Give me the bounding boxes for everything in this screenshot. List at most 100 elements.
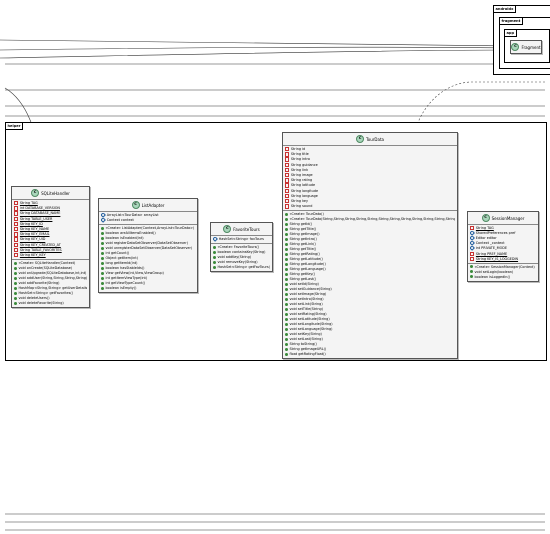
field-row[interactable]: String KEY_KEY — [14, 253, 87, 258]
member-text: String image — [290, 173, 313, 178]
public-visibility-icon — [213, 250, 216, 254]
public-visibility-icon — [470, 270, 473, 274]
member-text: int getItemViewType(int) — [105, 276, 148, 281]
member-text: SharedPreferences pref — [475, 231, 516, 236]
methods-section: «Create» TourData() «Create» TourData(Str… — [283, 211, 457, 358]
class-name: TourData — [366, 136, 384, 142]
field-row[interactable]: HashSet<String> favTours — [213, 237, 270, 243]
public-visibility-icon — [101, 276, 104, 280]
public-visibility-icon — [285, 337, 288, 341]
member-text: «Create» TourData() — [289, 212, 324, 217]
member-text: void setIntro(String) — [289, 297, 324, 302]
member-text: ArrayList<TourData> arrayList — [106, 213, 159, 218]
private-visibility-icon — [14, 237, 19, 242]
member-text: boolean areAllItemsEnabled() — [105, 231, 156, 236]
method-row[interactable]: float getRatingFloat() — [285, 352, 455, 357]
member-text: String getTitle() — [289, 247, 317, 252]
public-visibility-icon — [285, 312, 288, 316]
member-text: HashSet<String> getFavTours() — [217, 265, 271, 270]
public-visibility-icon — [285, 237, 288, 241]
member-text: Context context — [106, 218, 134, 223]
member-text: String getRating() — [289, 252, 320, 257]
public-visibility-icon — [285, 342, 288, 346]
package-visibility-icon — [213, 237, 219, 243]
member-text: HashSet<String> favTours — [218, 237, 264, 242]
class-c-icon: C — [356, 135, 365, 143]
member-text: String getIntro() — [289, 237, 317, 242]
member-text: boolean isLoggedIn() — [474, 274, 511, 279]
private-visibility-icon — [285, 167, 290, 173]
member-text: «Create» TourData(String,String,String,S… — [289, 217, 456, 222]
public-visibility-icon — [285, 322, 288, 326]
fields-section: String TAG int DATABASE_VERSION String DAT… — [12, 200, 89, 261]
package-visibility-icon — [101, 218, 107, 224]
method-row[interactable]: boolean isEmpty() — [101, 286, 195, 291]
public-visibility-icon — [101, 271, 104, 275]
member-text: String getLongitude() — [289, 262, 326, 267]
method-row[interactable]: boolean isLoggedIn() — [470, 275, 536, 280]
method-row[interactable]: HashSet<String> getFavTours() — [213, 265, 270, 270]
public-visibility-icon — [101, 286, 104, 290]
member-text: View getView(int,View,ViewGroup) — [105, 271, 164, 276]
public-visibility-icon — [101, 261, 104, 265]
member-text: String KEY_EMAIL — [19, 232, 50, 237]
member-text: «Create» ListAdapter(Context,ArrayList<T… — [105, 226, 195, 231]
member-text: String rating — [290, 178, 313, 183]
class-header: C ListAdapter — [99, 199, 197, 212]
member-text: boolean isEnabled(int) — [105, 236, 144, 241]
class-tourdata[interactable]: C TourData String id String title String int… — [282, 132, 458, 360]
public-visibility-icon — [101, 246, 104, 250]
private-visibility-icon — [14, 211, 19, 216]
class-fragment[interactable]: C Fragment — [510, 40, 542, 54]
private-visibility-icon — [14, 206, 19, 211]
class-favoritetours[interactable]: C FavoriteTours HashSet<String> favTours «C… — [210, 222, 273, 273]
class-sqlitehandler[interactable]: C SQLiteHandler String TAG int DATABASE_VER… — [11, 186, 90, 309]
private-visibility-icon — [285, 183, 290, 188]
private-visibility-icon — [14, 216, 19, 221]
member-text: «Create» SQLiteHandler(Context) — [18, 261, 76, 266]
public-visibility-icon — [213, 265, 216, 269]
member-text: String TAG — [19, 201, 38, 206]
member-text: long getItemId(int) — [105, 261, 138, 266]
member-text: int getViewTypeCount() — [105, 281, 146, 286]
member-text: String language — [290, 194, 318, 199]
public-visibility-icon — [101, 236, 104, 240]
method-row[interactable]: void deleteFavorite(String) — [14, 301, 87, 306]
member-text: String key — [290, 199, 309, 204]
class-sessionmanager[interactable]: C SessionManager String TAG SharedPreferenc… — [467, 211, 539, 282]
member-text: void setLogin(boolean) — [474, 269, 514, 274]
class-c-icon: C — [481, 214, 490, 222]
member-text: String KEY_ID — [19, 222, 43, 227]
member-text: void registerDataSetObserver(DataSetObse… — [105, 241, 188, 246]
member-text: String getLink() — [289, 242, 316, 247]
public-visibility-icon — [285, 327, 288, 331]
private-visibility-icon — [285, 147, 290, 152]
member-text: void setRating(String) — [289, 312, 327, 317]
public-visibility-icon — [285, 232, 288, 236]
private-visibility-icon — [285, 193, 290, 199]
public-visibility-icon — [285, 257, 288, 261]
member-text: String getLast() — [289, 277, 316, 282]
public-visibility-icon — [285, 332, 288, 336]
member-text: String link — [290, 168, 309, 173]
fields-section: String TAG SharedPreferences pref Editor e… — [468, 225, 538, 264]
public-visibility-icon — [14, 281, 17, 285]
package-helper-label: helper — [5, 122, 24, 130]
member-text: String getLanguage() — [289, 267, 326, 272]
private-visibility-icon — [285, 204, 290, 209]
member-text: void setTitle(String) — [289, 307, 323, 312]
member-text: void setId(String) — [289, 282, 319, 287]
public-visibility-icon — [213, 255, 216, 259]
class-listadapter[interactable]: C ListAdapter ArrayList<TourData> arrayLis… — [98, 198, 198, 294]
public-visibility-icon — [285, 317, 288, 321]
private-visibility-icon — [285, 188, 290, 194]
field-row[interactable]: String KEY_IS_LOGGEDIN — [470, 256, 536, 262]
package-app-label: app — [504, 29, 517, 37]
public-visibility-icon — [285, 252, 288, 256]
public-visibility-icon — [101, 226, 104, 230]
field-row[interactable]: String sound — [285, 204, 455, 209]
member-text: void setLatitude(String) — [289, 317, 330, 322]
field-row[interactable]: Context context — [101, 218, 195, 224]
member-text: String getId() — [289, 222, 313, 227]
member-text: String TABLE_FAVORITES — [19, 248, 62, 253]
